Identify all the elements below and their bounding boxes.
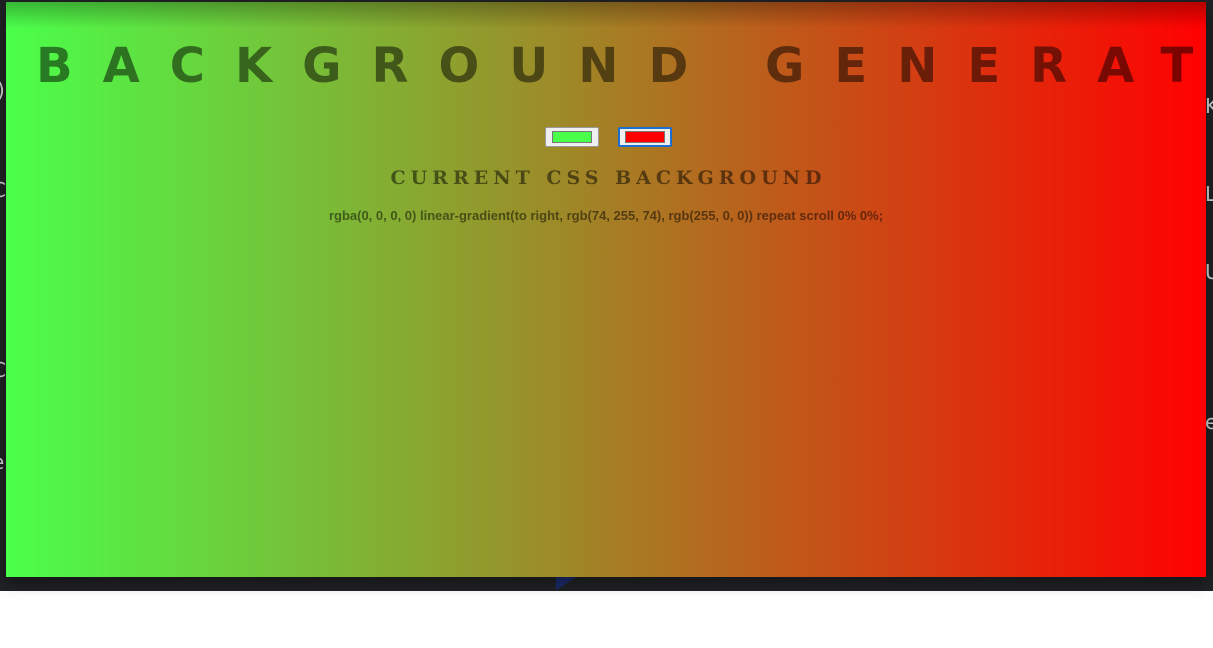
color-picker-group (545, 127, 672, 147)
gradient-background-panel: BACKGROUND GENERATOR CURRENT CSS BACKGRO… (6, 2, 1206, 577)
color2-swatch (625, 131, 665, 143)
color2-picker[interactable] (618, 127, 672, 147)
page-title: BACKGROUND GENERATOR (36, 38, 1206, 94)
css-background-heading: CURRENT CSS BACKGROUND (390, 167, 827, 189)
backdrop-text-fragment: ) (0, 80, 5, 100)
backdrop-text-fragment: U (1205, 260, 1213, 284)
color1-picker[interactable] (545, 127, 599, 147)
backdrop-shape (556, 576, 578, 590)
color1-swatch (552, 131, 592, 143)
backdrop-text-fragment: e (1205, 410, 1213, 434)
backdrop-text-fragment: L (1205, 182, 1213, 206)
backdrop-text-fragment: e (0, 452, 4, 472)
backdrop-text-fragment: K (1205, 94, 1213, 118)
css-background-output: rgba(0, 0, 0, 0) linear-gradient(to righ… (328, 208, 884, 223)
